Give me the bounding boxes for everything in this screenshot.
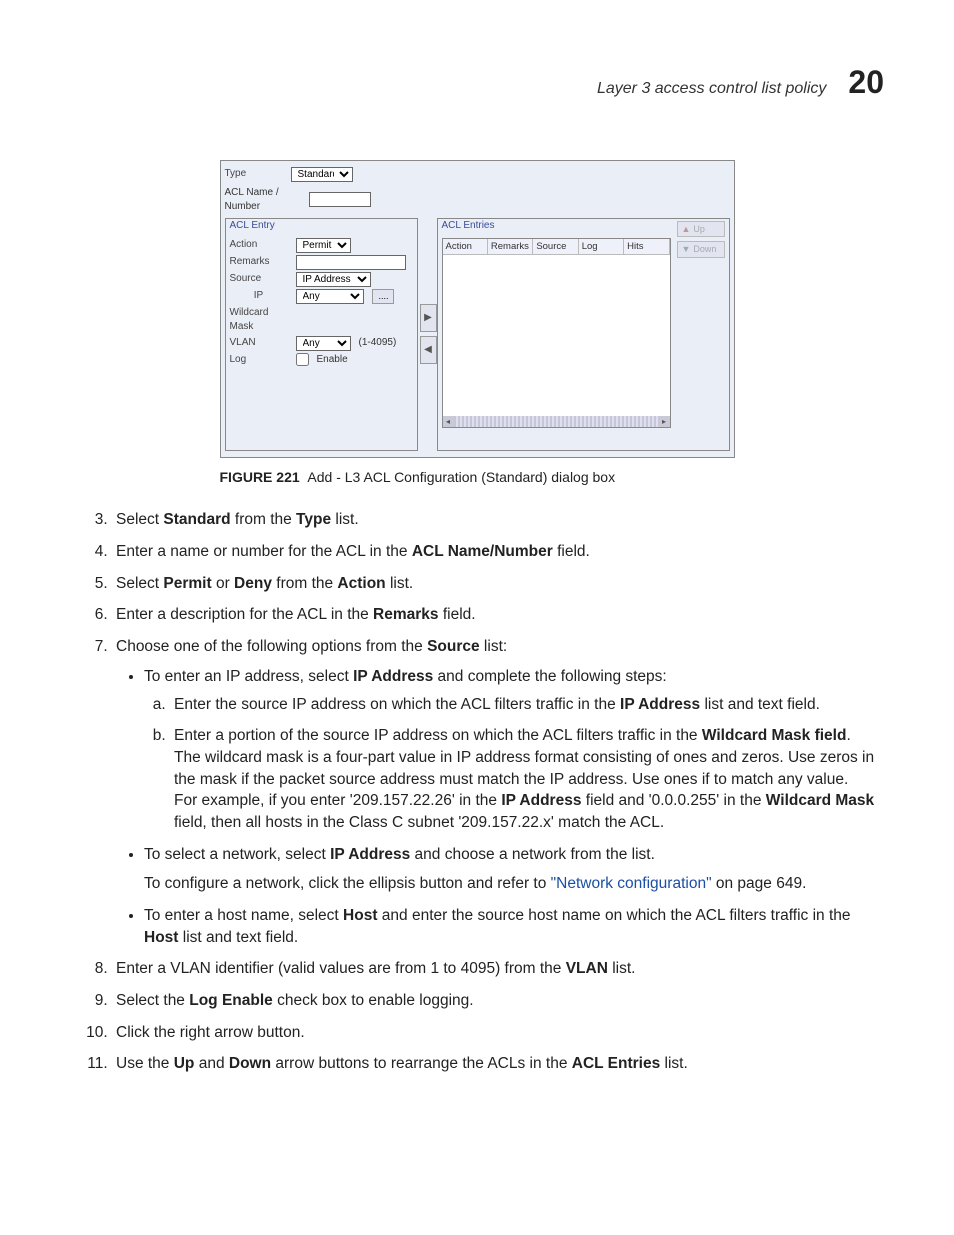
col-hits: Hits [624,239,669,255]
step-3: Select Standard from the Type list. [112,509,884,531]
add-arrow-right-button[interactable]: ▶ [420,304,437,332]
step-5: Select Permit or Deny from the Action li… [112,573,884,595]
down-button[interactable]: ▼Down [677,241,725,258]
source-label: Source [230,272,288,286]
type-label: Type [225,167,283,181]
step-4: Enter a name or number for the ACL in th… [112,541,884,563]
ip-select[interactable]: Any [296,289,364,304]
step-6: Enter a description for the ACL in the R… [112,604,884,626]
action-label: Action [230,238,288,252]
remarks-input[interactable] [296,255,406,270]
up-button[interactable]: ▲Up [677,221,725,238]
step-9: Select the Log Enable check box to enabl… [112,990,884,1012]
instruction-list: Select Standard from the Type list. Ente… [70,509,884,1075]
ip-ellipsis-button[interactable]: .... [372,289,394,304]
figure-caption: FIGURE 221 Add - L3 ACL Configuration (S… [220,468,735,488]
source-select[interactable]: IP Address [296,272,371,287]
vlan-select[interactable]: Any [296,336,351,351]
hscrollbar[interactable]: ◂▸ [443,416,670,427]
log-enable-checkbox[interactable] [296,353,309,366]
acl-name-label: ACL Name / Number [225,186,301,214]
col-source: Source [533,239,578,255]
step-7-bullet-network: To select a network, select IP Address a… [144,844,884,895]
log-enable-label: Enable [317,353,348,367]
step-10: Click the right arrow button. [112,1022,884,1044]
col-log: Log [579,239,624,255]
chapter-number: 20 [848,60,884,105]
step-7-bullet-host: To enter a host name, select Host and en… [144,905,884,948]
page-header: Layer 3 access control list policy 20 [70,60,884,105]
wildcard-label: Wildcard Mask [230,306,288,334]
figure-221: Type Standard ACL Name / Number ACL Entr… [220,160,735,488]
col-remarks: Remarks [488,239,533,255]
action-select[interactable]: Permit [296,238,351,253]
acl-name-input[interactable] [309,192,371,207]
acl-entries-table[interactable]: Action Remarks Source Log Hits ◂▸ [442,238,671,428]
acl-entry-title: ACL Entry [230,219,413,233]
vlan-label: VLAN [230,336,288,350]
step-7-bullet-ip: To enter an IP address, select IP Addres… [144,666,884,834]
remarks-label: Remarks [230,255,288,269]
acl-entries-title: ACL Entries [442,219,671,233]
step-7a: Enter the source IP address on which the… [170,694,884,716]
step-11: Use the Up and Down arrow buttons to rea… [112,1053,884,1075]
network-configuration-link[interactable]: "Network configuration" [551,875,712,892]
transfer-buttons: ▶ ◀ [420,218,435,451]
remove-arrow-left-button[interactable]: ◀ [420,336,437,364]
type-select[interactable]: Standard [291,167,353,182]
step-7: Choose one of the following options from… [112,636,884,948]
col-action: Action [443,239,488,255]
log-label: Log [230,353,288,367]
dialog-acl-config: Type Standard ACL Name / Number ACL Entr… [220,160,735,458]
step-7b: Enter a portion of the source IP address… [170,725,884,833]
ip-label: IP [230,289,288,303]
vlan-hint: (1-4095) [359,336,397,350]
header-title: Layer 3 access control list policy [597,78,826,100]
step-8: Enter a VLAN identifier (valid values ar… [112,958,884,980]
